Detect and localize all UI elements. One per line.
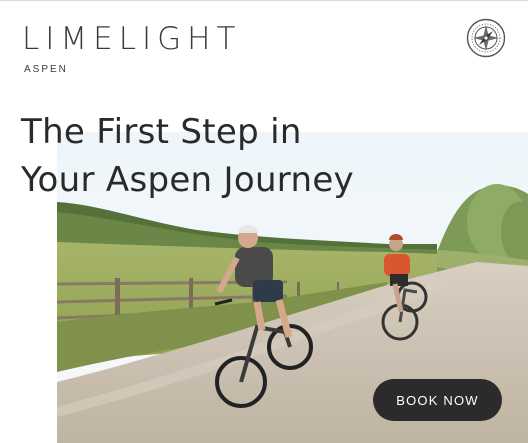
hero-headline: The First Step in Your Aspen Journey — [21, 108, 354, 204]
brand-logo[interactable]: LIMELIGHT ASPEN — [22, 21, 242, 76]
brand-name: LIMELIGHT — [22, 21, 242, 57]
book-now-button[interactable]: BOOK NOW — [373, 379, 502, 421]
brand-subtitle: ASPEN — [24, 64, 68, 75]
headline-line-2: Your Aspen Journey — [21, 160, 354, 200]
top-divider — [0, 0, 528, 1]
compass-icon[interactable] — [466, 18, 506, 58]
headline-line-1: The First Step in — [21, 112, 302, 152]
